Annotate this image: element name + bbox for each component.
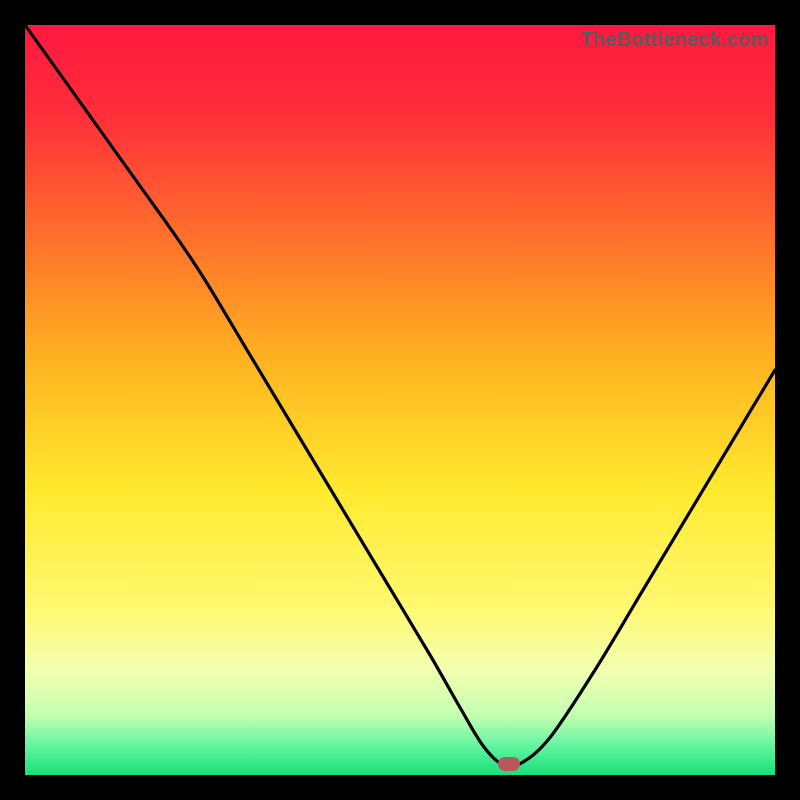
optimum-marker xyxy=(498,757,520,771)
bottleneck-curve xyxy=(25,25,775,775)
chart-frame: TheBottleneck.com xyxy=(0,0,800,800)
plot-area: TheBottleneck.com xyxy=(25,25,775,775)
